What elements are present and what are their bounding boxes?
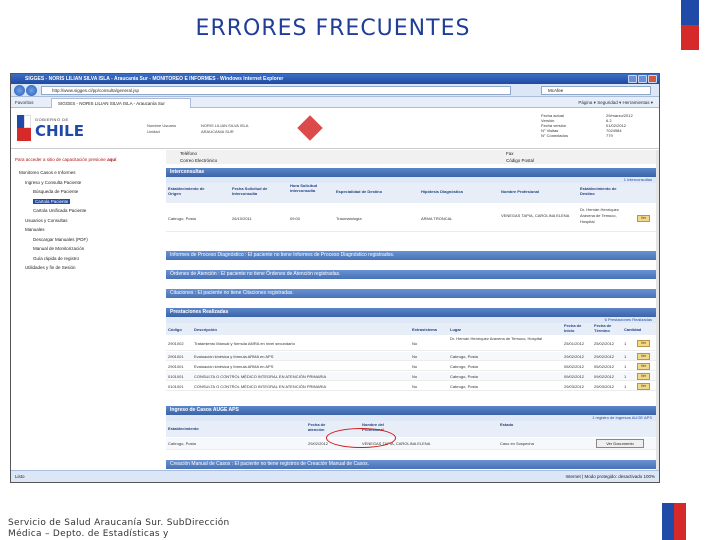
minimize-icon[interactable] [628,75,637,83]
browser-tab-row: Favoritos SIGGES - NORIS LILIAN SILVA IS… [11,97,659,108]
ver-documento-button[interactable]: Ver Documento [596,439,644,448]
citaciones-bar: Citaciones : El paciente no tiene Citaci… [166,289,656,298]
system-meta-values: 29/marzo/2012 6.2 01/02/2012 7024984 779 [606,113,633,138]
tree-item[interactable]: Cartola Unificada Paciente [19,206,88,216]
capacitacion-link[interactable]: Para acceder a sitio de capacitación pre… [15,157,116,162]
sigges-logo-icon [297,115,323,141]
app-header: GOBIERNO DE CHILE Nombre Usuario Unidad N… [11,109,659,149]
auge-columns: Establecimiento Fecha de atención Nombre… [166,421,656,437]
tree-item[interactable]: Búsqueda de Paciente [19,187,88,197]
address-input[interactable]: http://www.sigges.cl/pp/consulta/general… [41,86,511,95]
prestaciones-columns: Código Descripción Extrasistema Lugar Fe… [166,323,656,335]
main-scrollbar[interactable] [656,150,659,470]
table-row: 2901001 Evaluación kinésica y fórmula AR… [166,362,656,371]
user-values: NORIS LILIAN SILVA ISLA ARAUCANIA SUR [201,123,249,134]
slide-footer: Servicio de Salud Araucanía Sur. SubDire… [8,518,230,539]
close-icon[interactable] [648,75,657,83]
table-row: 2901002 Tratamiento Manual y fórmula AMR… [166,336,656,351]
tree-item[interactable]: Usuarios y Consultas [19,216,88,226]
highlight-ellipse [326,428,396,448]
prestaciones-header: Prestaciones Realizadas [166,308,656,317]
interconsultas-columns: Establecimiento de Origen Fecha Solicitu… [166,183,656,203]
back-icon[interactable] [14,85,25,96]
maximize-icon[interactable] [638,75,647,83]
table-row: Cabrugo, Posta 26/10/2011 09:00 Traumato… [166,206,656,232]
system-meta-labels: Fecha actual Versión Fecha versión N° Visit… [541,113,568,138]
tree-item-selected[interactable]: Cartola Paciente [33,198,71,204]
slide-title: ERRORES FRECUENTES [195,16,471,41]
view-button[interactable]: Ver [637,363,650,370]
table-row: 0101001 CONSULTA O CONTROL MÉDICO INTEGR… [166,382,656,391]
browser-title-bar: SIGGES - NORIS LILIAN SILVA ISLA - Arauc… [11,74,659,84]
table-row: Cabrugo, Posta 29/02/2012 VENEGAS TAPIA,… [166,438,656,450]
tree-item[interactable]: Guía rápida de registro [19,254,88,264]
view-button[interactable]: Ver [637,383,650,390]
interconsultas-header: Interconsultas [166,168,656,177]
sidebar: Para acceder a sitio de capacitación pre… [11,150,161,470]
table-row: 2901001 Evaluación kinésica y fórmula AR… [166,352,656,361]
user-labels: Nombre Usuario Unidad [147,123,177,134]
view-button[interactable]: Ver [637,353,650,360]
favorites-button[interactable]: Favoritos [15,98,34,107]
search-input[interactable]: McAfee [541,86,651,95]
browser-tools-menu[interactable]: Página ▾ Seguridad ▾ Herramientas ▾ [578,98,653,107]
informes-bar: Informes de Proceso Diagnóstico : El pac… [166,251,656,260]
browser-tab[interactable]: SIGGES - NORIS LILIAN SILVA ISLA - Arauc… [51,98,191,108]
ordenes-bar: Órdenes de Atención : El paciente no tie… [166,270,656,279]
tree-item[interactable]: Manuales [19,225,88,235]
auge-header: Ingreso de Casos AUGE APS [166,406,656,415]
tree-item[interactable]: Manual de Monitorización [19,244,88,254]
gobierno-chile-logo: GOBIERNO DE CHILE [17,113,97,145]
view-button[interactable]: Ver [637,215,650,222]
tree-item[interactable]: Ingreso y Consulta Paciente [19,178,88,188]
tree-item[interactable]: Descargar Manuales (PDF) [19,235,88,245]
address-bar-row: http://www.sigges.cl/pp/consulta/general… [11,84,659,97]
chile-flag-bottom-decoration [662,503,686,540]
nav-tree: Monitoreo Casos e Informes Ingreso y Con… [19,168,88,273]
browser-status-bar: Listo Internet | Modo protegido: desacti… [11,470,659,482]
main-content: Teléfono Correo Electrónico Fax Código P… [166,150,659,470]
contact-strip: Teléfono Correo Electrónico Fax Código P… [166,150,656,164]
browser-screenshot: SIGGES - NORIS LILIAN SILVA ISLA - Arauc… [10,73,660,483]
creacion-bar: Creación Manual de Casos : El paciente n… [166,460,656,469]
table-row: 0101001 CONSULTA O CONTROL MÉDICO INTEGR… [166,372,656,381]
chile-flag-top-decoration [681,0,699,50]
window-title: SIGGES - NORIS LILIAN SILVA ISLA - Arauc… [25,76,284,82]
tree-item[interactable]: Utilidades y fin de Sesión [19,263,88,273]
view-button[interactable]: Ver [637,340,650,347]
forward-icon[interactable] [26,85,37,96]
tree-item[interactable]: Monitoreo Casos e Informes [19,168,88,178]
view-button[interactable]: Ver [637,373,650,380]
